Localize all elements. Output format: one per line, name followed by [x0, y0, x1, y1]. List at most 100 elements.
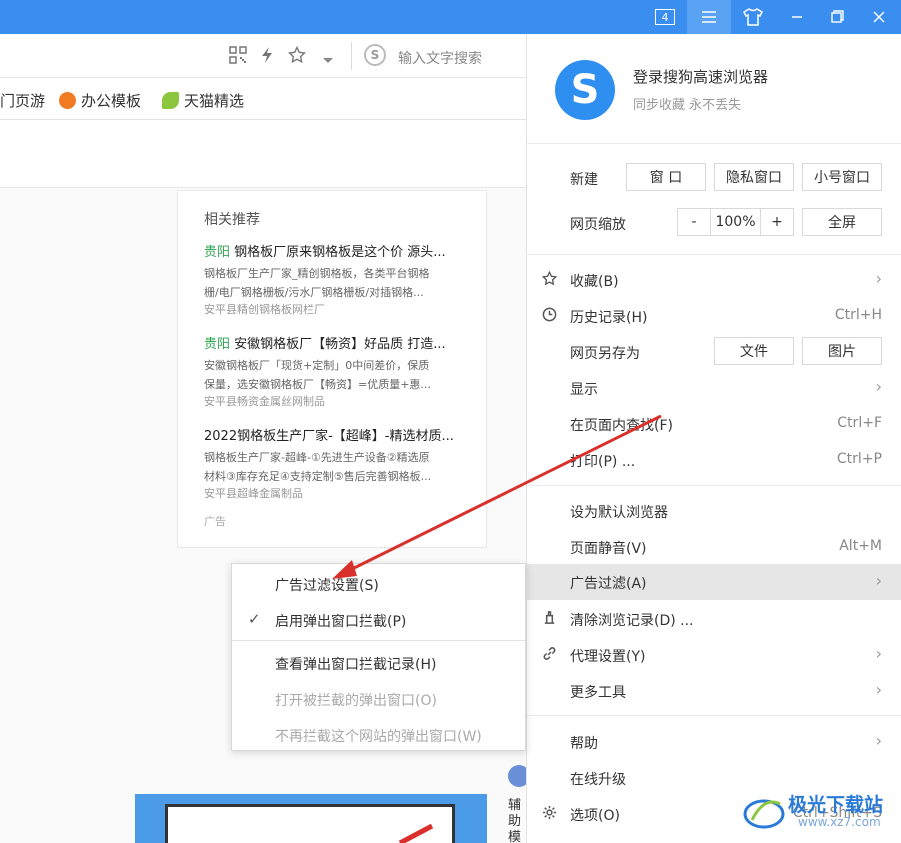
video-thumbnail[interactable] — [135, 794, 487, 843]
menu-item-set-default[interactable]: 设为默认浏览器 — [527, 493, 901, 529]
checkmark-icon: ✓ — [248, 610, 261, 628]
zoom-in-button[interactable]: + — [760, 208, 794, 236]
menu-item-help[interactable]: 帮助 › — [527, 724, 901, 760]
bookmarks-bar: 门页游 办公模板 天猫精选 — [0, 78, 526, 120]
divider — [527, 254, 901, 255]
menu-item-ad-filter[interactable]: 广告过滤(A) › — [527, 564, 901, 600]
item-title[interactable]: 安徽钢格板厂【畅资】好品质 打造... — [230, 337, 446, 352]
menu-item-mute[interactable]: 页面静音(V) Alt+M — [527, 529, 901, 565]
ad-label: 广告 — [204, 515, 226, 528]
thumbnail-screen — [165, 804, 455, 843]
set-default-label: 设为默认浏览器 — [570, 505, 668, 521]
submenu-item-ad-filter-settings[interactable]: 广告过滤设置(S) — [232, 566, 525, 602]
qr-code-icon[interactable] — [229, 46, 247, 68]
menu-item-favorites[interactable]: 收藏(B) › — [527, 262, 901, 298]
minimize-button[interactable] — [775, 0, 819, 34]
save-image-button[interactable]: 图片 — [802, 337, 882, 365]
main-menu-button[interactable] — [687, 0, 731, 34]
hamburger-icon — [702, 11, 716, 23]
bookmark-label: 天猫精选 — [184, 92, 245, 110]
recommend-item[interactable]: 贵阳 安徽钢格板厂【畅资】好品质 打造... 安徽钢格板厂「现货+定制」0中间差… — [204, 333, 466, 410]
recommend-item[interactable]: 贵阳 钢格板厂原来钢格板是这个价 源头... 钢格板厂生产厂家_精创钢格板，各类… — [204, 241, 466, 318]
item-title[interactable]: 2022钢格板生产厂家-【超峰】-精选材质... — [204, 429, 454, 444]
close-button[interactable] — [857, 0, 901, 34]
tshirt-icon — [743, 8, 763, 26]
zoom-out-button[interactable]: - — [677, 208, 711, 236]
fullscreen-button[interactable]: 全屏 — [802, 208, 882, 236]
bookmark-label: 门页游 — [0, 92, 46, 110]
new-private-window-button[interactable]: 隐私窗口 — [714, 163, 794, 191]
new-window-button[interactable]: 窗 口 — [626, 163, 706, 191]
restore-button[interactable] — [815, 0, 859, 34]
tab-count-button[interactable]: 4 — [643, 0, 687, 34]
menu-item-history[interactable]: 历史记录(H) Ctrl+H — [527, 298, 901, 334]
bookmark-office-templates[interactable]: 办公模板 — [59, 90, 141, 111]
recommend-title: 相关推荐 — [204, 212, 260, 228]
chevron-right-icon: › — [875, 269, 882, 288]
login-title[interactable]: 登录搜狗高速浏览器 — [633, 66, 768, 87]
skin-button[interactable] — [731, 0, 775, 34]
city-tag: 贵阳 — [204, 245, 231, 260]
item-source: 安平县超峰金属制品 — [204, 487, 303, 500]
watermark-logo-icon — [743, 799, 785, 829]
chevron-right-icon: › — [875, 571, 882, 590]
new-label: 新建 — [570, 172, 598, 188]
item-desc: 材料③库存充足④支持定制⑤售后完善钢格板... — [204, 470, 432, 483]
ad-filter-settings-label: 广告过滤设置(S) — [275, 578, 379, 594]
zoom-label: 网页缩放 — [570, 217, 626, 233]
ad-filter-label: 广告过滤(A) — [570, 576, 647, 592]
proxy-label: 代理设置(Y) — [570, 649, 646, 665]
submenu-item-no-block-site: 不再拦截这个网站的弹出窗口(W) — [232, 717, 525, 753]
item-desc: 钢格板生产厂家-超峰-①先进生产设备②精选原 — [204, 451, 430, 464]
zoom-level: 100% — [710, 208, 761, 236]
save-as-label: 网页另存为 — [570, 346, 640, 362]
watermark-text: 极光下载站 — [788, 794, 884, 816]
chevron-right-icon: › — [875, 680, 882, 699]
ad-filter-submenu: 广告过滤设置(S) ✓ 启用弹出窗口拦截(P) 查看弹出窗口拦截记录(H) 打开… — [231, 563, 526, 751]
chevron-right-icon: › — [875, 731, 882, 750]
lightning-icon[interactable] — [259, 46, 275, 68]
submenu-item-enable-popup-block[interactable]: ✓ 启用弹出窗口拦截(P) — [232, 602, 525, 638]
print-shortcut: Ctrl+P — [836, 451, 882, 467]
bookmark-label: 办公模板 — [81, 92, 142, 110]
save-file-button[interactable]: 文件 — [714, 337, 794, 365]
open-blocked-label: 打开被拦截的弹出窗口(O) — [275, 693, 437, 709]
menu-item-clear-history[interactable]: 清除浏览记录(D) ... — [527, 601, 901, 637]
close-icon — [873, 11, 885, 23]
find-shortcut: Ctrl+F — [837, 415, 882, 431]
item-desc: 钢格板厂生产厂家_精创钢格板，各类平台钢格 — [204, 267, 430, 280]
title-bar: 4 — [0, 0, 901, 34]
search-input[interactable]: 输入文字搜索 — [398, 48, 482, 68]
star-icon[interactable] — [287, 45, 307, 68]
page-header — [0, 120, 526, 188]
minimize-icon — [792, 16, 802, 18]
assist-mode-label[interactable]: 辅助模式 — [508, 798, 526, 843]
recommend-item[interactable]: 2022钢格板生产厂家-【超峰】-精选材质... 钢格板生产厂家-超峰-①先进生… — [204, 425, 466, 502]
star-icon — [541, 270, 557, 290]
gear-icon — [541, 805, 557, 824]
submenu-item-view-popup-log[interactable]: 查看弹出窗口拦截记录(H) — [232, 645, 525, 681]
divider — [232, 640, 525, 641]
link-icon — [541, 646, 557, 665]
clock-icon — [541, 307, 557, 326]
menu-item-print[interactable]: 打印(P) ... Ctrl+P — [527, 442, 901, 478]
menu-item-proxy[interactable]: 代理设置(Y) › — [527, 637, 901, 673]
item-title[interactable]: 钢格板厂原来钢格板是这个价 源头... — [230, 245, 446, 260]
menu-item-more-tools[interactable]: 更多工具 › — [527, 673, 901, 709]
bookmark-tmall[interactable]: 天猫精选 — [162, 90, 244, 111]
clear-history-label: 清除浏览记录(D) ... — [570, 613, 694, 629]
menu-item-find[interactable]: 在页面内查找(F) Ctrl+F — [527, 406, 901, 442]
sogou-logo-icon: S — [555, 60, 615, 120]
sogou-search-icon[interactable]: S — [364, 44, 386, 66]
watermark-url: www.xz7.com — [798, 815, 881, 829]
divider — [527, 715, 901, 716]
menu-item-display[interactable]: 显示 › — [527, 370, 901, 406]
item-source: 安平县畅资金属丝网制品 — [204, 395, 325, 408]
dropdown-arrow-icon[interactable] — [322, 50, 334, 69]
submenu-item-open-blocked: 打开被拦截的弹出窗口(O) — [232, 681, 525, 717]
history-shortcut: Ctrl+H — [834, 307, 882, 323]
bookmark-web-games[interactable]: 门页游 — [0, 90, 45, 111]
login-panel[interactable]: S 登录搜狗高速浏览器 同步收藏 永不丢失 — [527, 34, 901, 144]
mute-shortcut: Alt+M — [839, 538, 882, 554]
new-small-window-button[interactable]: 小号窗口 — [802, 163, 882, 191]
